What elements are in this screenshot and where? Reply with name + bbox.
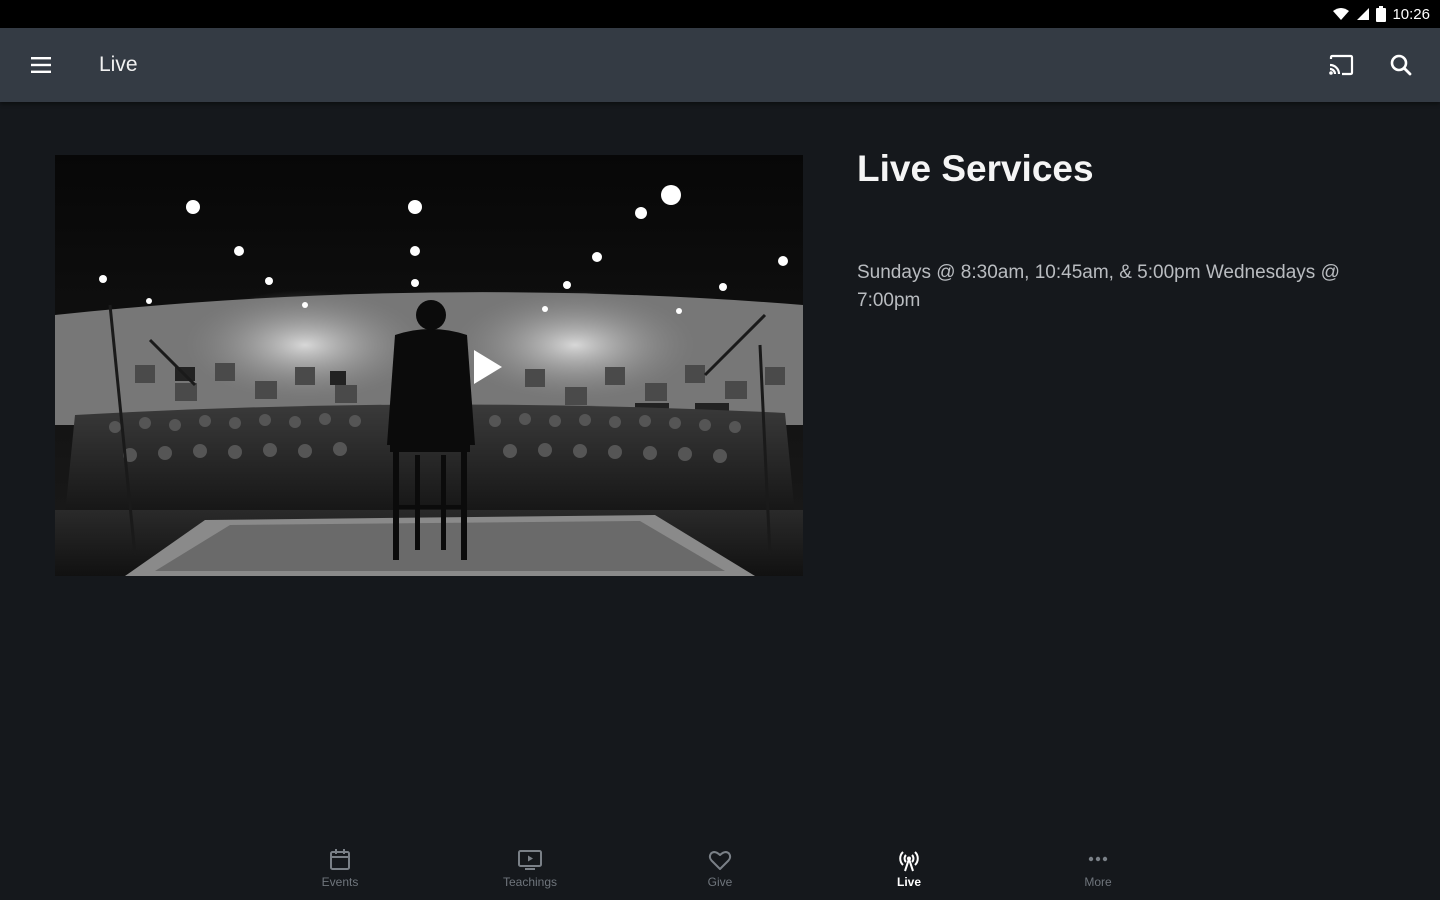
battery-icon: [1376, 6, 1387, 22]
nav-label-events: Events: [321, 875, 359, 889]
wifi-icon: [1333, 8, 1350, 20]
app-bar: Live: [0, 28, 1440, 102]
page-title: Live: [99, 53, 138, 76]
broadcast-icon: [899, 851, 919, 872]
menu-button[interactable]: [26, 50, 56, 80]
play-icon[interactable]: [457, 341, 509, 393]
cast-icon: [1329, 54, 1354, 76]
search-icon: [1390, 54, 1412, 76]
nav-item-give[interactable]: Give: [660, 836, 780, 900]
status-time: 10:26: [1392, 5, 1430, 23]
heart-icon: [708, 851, 732, 870]
nav-item-more[interactable]: More: [1038, 836, 1158, 900]
cellular-signal-icon: [1357, 8, 1370, 20]
status-bar: 10:26: [0, 0, 1440, 28]
live-video-player[interactable]: [55, 155, 803, 576]
nav-label-more: More: [1084, 875, 1112, 889]
search-button[interactable]: [1386, 50, 1416, 80]
nav-label-live: Live: [896, 875, 921, 889]
tv-play-icon: [518, 850, 542, 870]
cast-button[interactable]: [1326, 50, 1356, 80]
live-services-heading: Live Services: [857, 148, 1094, 189]
nav-item-live[interactable]: Live: [849, 836, 969, 900]
nav-label-give: Give: [707, 875, 733, 889]
bottom-navigation: Events Teachings Give Live More: [0, 836, 1440, 900]
nav-label-teachings: Teachings: [502, 875, 558, 889]
more-horizontal-icon: [1088, 856, 1108, 862]
service-schedule: Sundays @ 8:30am, 10:45am, & 5:00pm Wedn…: [857, 262, 1340, 311]
calendar-icon: [330, 849, 350, 870]
nav-item-events[interactable]: Events: [280, 836, 400, 900]
service-thumbnail-image: [55, 155, 803, 576]
hamburger-menu-icon: [31, 57, 51, 73]
nav-item-teachings[interactable]: Teachings: [470, 836, 590, 900]
